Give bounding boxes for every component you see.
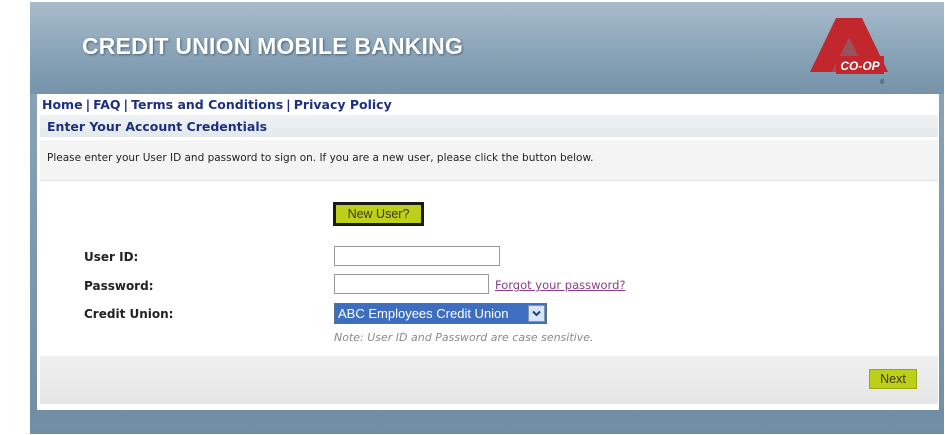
- nav-separator: |: [123, 97, 129, 112]
- co-op-logo: CO-OP ®: [810, 18, 888, 86]
- nav-terms-link[interactable]: Terms and Conditions: [131, 97, 283, 112]
- nav-privacy-link[interactable]: Privacy Policy: [294, 97, 392, 112]
- nav-separator: |: [85, 97, 91, 112]
- chevron-down-icon: [532, 310, 541, 317]
- nav-separator: |: [286, 97, 291, 112]
- instructions-text: Please enter your User ID and password t…: [47, 152, 594, 164]
- credit-union-selected-value: ABC Employees Credit Union: [338, 306, 509, 321]
- section-header: Enter Your Account Credentials: [40, 115, 938, 137]
- logo-text: CO-OP: [840, 59, 880, 73]
- credit-union-label: Credit Union:: [84, 307, 174, 321]
- user-id-input[interactable]: [334, 246, 500, 266]
- next-button[interactable]: Next: [869, 369, 917, 389]
- section-title: Enter Your Account Credentials: [47, 119, 268, 134]
- footer-band: [40, 356, 938, 404]
- credit-union-select[interactable]: ABC Employees Credit Union: [334, 303, 547, 324]
- nav-home-link[interactable]: Home: [42, 97, 83, 112]
- nav-faq-link[interactable]: FAQ: [93, 97, 120, 112]
- dropdown-button[interactable]: [528, 305, 545, 322]
- password-label: Password:: [84, 279, 154, 293]
- password-input[interactable]: [334, 274, 489, 294]
- page-title: CREDIT UNION MOBILE BANKING: [82, 33, 464, 59]
- registered-mark: ®: [880, 79, 885, 86]
- forgot-password-link[interactable]: Forgot your password?: [495, 278, 625, 292]
- new-user-button[interactable]: New User?: [333, 202, 424, 226]
- top-nav: Home | FAQ | Terms and Conditions | Privacy Po…: [42, 97, 392, 112]
- case-sensitive-note: Note: User ID and Password are case sens…: [334, 331, 594, 344]
- user-id-label: User ID:: [84, 250, 139, 264]
